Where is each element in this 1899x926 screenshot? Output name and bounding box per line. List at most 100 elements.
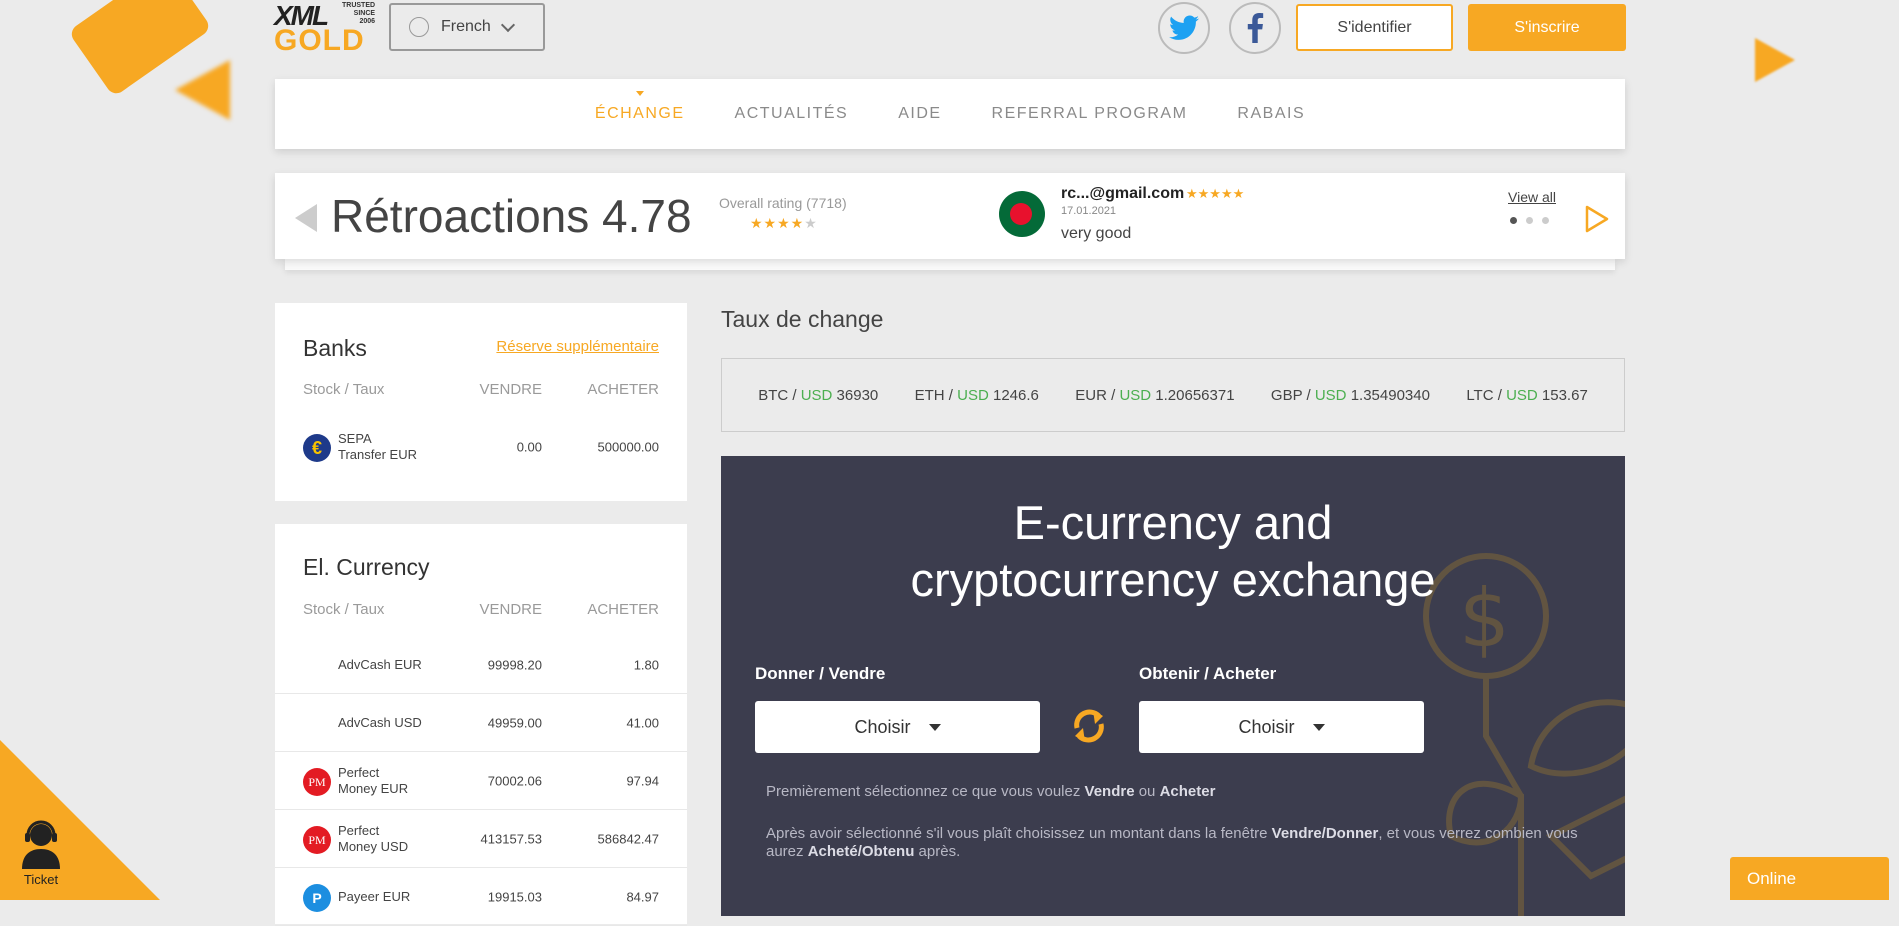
carousel-dot[interactable]	[1510, 217, 1517, 224]
logo-trusted-since: TRUSTED SINCE 2006	[342, 2, 376, 25]
header-name: Stock / Taux	[303, 601, 385, 618]
perfect-money-icon: PM	[303, 768, 331, 796]
get-select-label: Choisir	[1238, 716, 1295, 737]
overall-stars: ★★★★★	[750, 215, 818, 231]
review-email: rc...@gmail.com	[1061, 185, 1185, 202]
row-buy: 84.97	[626, 889, 659, 904]
row-sell: 413157.53	[480, 831, 542, 846]
rate-item: GBP / USD 1.35490340	[1270, 386, 1430, 404]
view-all-link[interactable]: View all	[1508, 189, 1556, 205]
carousel-dot[interactable]	[1526, 217, 1533, 224]
instruction-text: Après avoir sélectionné s'il vous plaît …	[766, 825, 1578, 860]
row-sell: 19915.03	[487, 889, 542, 904]
feedback-title: Rétroactions 4.78	[331, 190, 692, 242]
swap-arrows-icon[interactable]	[1069, 706, 1109, 746]
row-name: SEPA Transfer EUR	[338, 430, 417, 462]
table-row[interactable]: PM Perfect Money USD 413157.53 586842.47	[275, 810, 687, 868]
nav-help[interactable]: AIDE	[898, 105, 941, 123]
caret-down-icon	[928, 723, 941, 731]
exchange-panel: $ E-currency and cryptocurrency exchange …	[721, 456, 1625, 916]
give-currency-select[interactable]: Choisir	[755, 701, 1040, 753]
review-date: 17.01.2021	[1061, 205, 1117, 217]
banks-panel: Banks Réserve supplémentaire Stock / Tau…	[275, 303, 687, 501]
login-button[interactable]: S'identifier	[1296, 4, 1453, 51]
decor-triangle	[175, 60, 230, 120]
nav-news[interactable]: ACTUALITÉS	[735, 105, 849, 123]
nav-referral[interactable]: REFERRAL PROGRAM	[992, 105, 1188, 123]
row-name: Perfect Money EUR	[338, 764, 409, 796]
online-chat-button[interactable]: Online	[1730, 857, 1889, 900]
row-buy: 97.94	[626, 773, 659, 788]
payeer-icon: P	[303, 884, 331, 912]
table-row[interactable]: AdvCash EUR 99998.20 1.80	[275, 636, 687, 694]
caret-down-icon	[1312, 723, 1325, 731]
ecurrency-panel: El. Currency Stock / Taux VENDRE ACHETER…	[275, 524, 687, 926]
header-sell: VENDRE	[479, 381, 542, 398]
next-arrow-icon[interactable]	[1581, 204, 1611, 234]
instruction-text: Premièrement sélectionnez ce que vous vo…	[766, 783, 1216, 800]
header-sell: VENDRE	[479, 601, 542, 618]
rate-item: LTC / USD 153.67	[1466, 386, 1588, 404]
get-currency-select[interactable]: Choisir	[1139, 701, 1424, 753]
table-row[interactable]: P Payeer EUR 19915.03 84.97	[275, 868, 687, 926]
perfect-money-icon: PM	[303, 826, 331, 854]
globe-icon	[409, 17, 429, 37]
rates-title: Taux de change	[721, 306, 884, 332]
exchange-title: E-currency and cryptocurrency exchange	[910, 496, 1436, 606]
chevron-down-icon	[500, 17, 515, 32]
give-select-label: Choisir	[854, 716, 911, 737]
rates-ticker: BTC / USD 36930 ETH / USD 1246.6 EUR / U…	[721, 358, 1625, 432]
row-buy: 41.00	[626, 715, 659, 730]
review-text: very good	[1061, 225, 1132, 242]
twitter-icon	[1169, 15, 1199, 40]
language-select[interactable]: French	[389, 3, 545, 51]
support-agent-icon	[22, 820, 60, 869]
language-label: French	[441, 18, 491, 35]
ecurrency-title: El. Currency	[303, 554, 430, 580]
header-buy: ACHETER	[587, 601, 659, 618]
ticket-label: Ticket	[23, 872, 59, 887]
header-buy: ACHETER	[587, 381, 659, 398]
main-nav: ÉCHANGE ACTUALITÉS AIDE REFERRAL PROGRAM…	[275, 79, 1625, 149]
nav-exchange[interactable]: ÉCHANGE	[595, 91, 685, 123]
signup-button[interactable]: S'inscrire	[1468, 4, 1626, 51]
rate-item: EUR / USD 1.20656371	[1075, 386, 1235, 404]
rate-item: BTC / USD 36930	[758, 386, 879, 404]
twitter-button[interactable]	[1158, 2, 1210, 54]
row-name: Payeer EUR	[338, 888, 411, 904]
row-sell: 99998.20	[487, 657, 542, 672]
logo[interactable]: XML GOLD TRUSTED SINCE 2006	[274, 0, 375, 57]
feedback-shadow	[285, 259, 1615, 270]
feedback-carousel: Rétroactions 4.78 Overall rating (7718) …	[275, 173, 1625, 259]
banks-title: Banks	[303, 335, 367, 361]
prev-arrow-icon[interactable]	[295, 204, 317, 232]
give-label: Donner / Vendre	[755, 664, 886, 683]
header-name: Stock / Taux	[303, 381, 385, 398]
row-sell: 49959.00	[487, 715, 542, 730]
get-label: Obtenir / Acheter	[1139, 664, 1277, 683]
row-buy: 1.80	[633, 657, 659, 672]
review-stars: ★★★★★	[1186, 186, 1245, 201]
euro-icon: €	[303, 434, 331, 462]
row-sell: 0.00	[516, 439, 542, 454]
table-row[interactable]: € SEPA Transfer EUR 0.00 500000.00	[275, 418, 687, 475]
rate-item: ETH / USD 1246.6	[914, 386, 1039, 404]
row-buy: 500000.00	[597, 439, 659, 454]
row-name: AdvCash USD	[338, 714, 422, 730]
table-row[interactable]: PM Perfect Money EUR 70002.06 97.94	[275, 752, 687, 810]
nav-discounts[interactable]: RABAIS	[1237, 105, 1305, 123]
logo-gold: GOLD	[274, 24, 365, 57]
reserve-link[interactable]: Réserve supplémentaire	[496, 338, 659, 355]
facebook-icon	[1247, 13, 1264, 43]
row-buy: 586842.47	[597, 831, 659, 846]
carousel-dot[interactable]	[1542, 217, 1549, 224]
decor-triangle	[1755, 38, 1795, 82]
overall-rating: Overall rating (7718)	[719, 195, 847, 211]
ticket-button[interactable]: Ticket	[18, 817, 64, 887]
facebook-button[interactable]	[1229, 2, 1281, 54]
row-name: AdvCash EUR	[338, 656, 422, 672]
table-row[interactable]: AdvCash USD 49959.00 41.00	[275, 694, 687, 752]
bangladesh-flag-icon	[999, 191, 1045, 237]
carousel-dots	[1510, 217, 1549, 224]
row-sell: 70002.06	[487, 773, 542, 788]
